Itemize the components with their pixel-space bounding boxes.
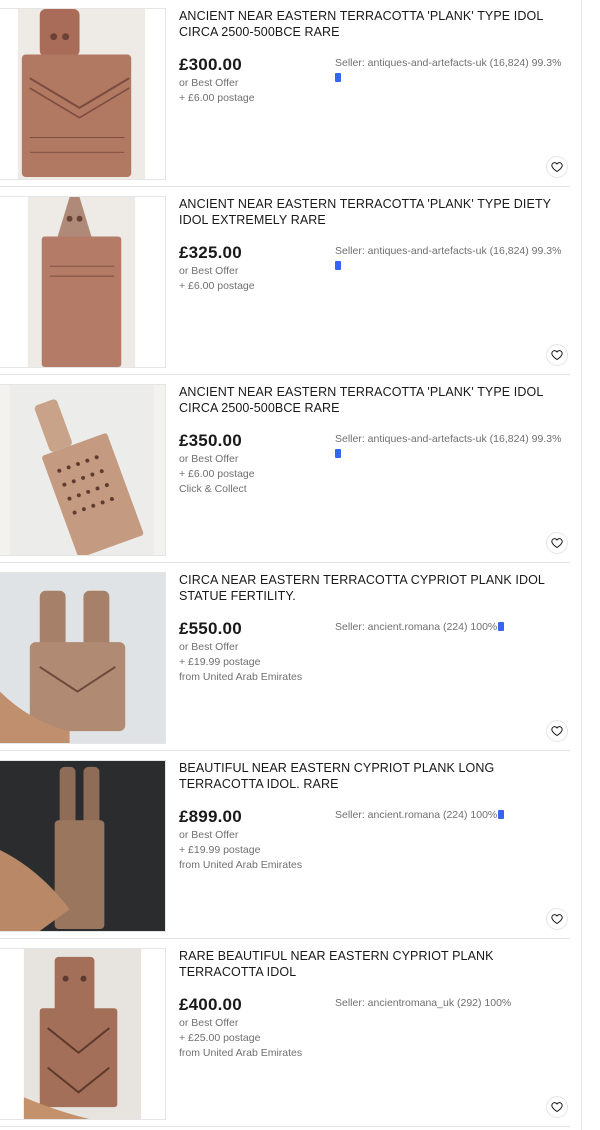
shield-icon bbox=[498, 810, 505, 819]
watch-button[interactable] bbox=[546, 908, 568, 930]
seller-info: Seller: ancient.romana (224) 100% bbox=[335, 808, 570, 823]
seller-info: Seller: antiques-and-artefacts-uk (16,82… bbox=[335, 56, 570, 86]
seller-info: Seller: antiques-and-artefacts-uk (16,82… bbox=[335, 244, 570, 274]
listing-meta: or Best Offer + £6.00 postage bbox=[179, 76, 255, 106]
heart-icon bbox=[551, 350, 563, 361]
listing-price: £325.00 bbox=[179, 243, 242, 262]
watch-button[interactable] bbox=[546, 344, 568, 366]
listing-item[interactable]: BEAUTIFUL NEAR EASTERN CYPRIOT PLANK LON… bbox=[0, 752, 570, 939]
seller-text: Seller: ancient.romana (224) 100% bbox=[335, 621, 498, 633]
listing-item[interactable]: CIRCA NEAR EASTERN TERRACOTTA CYPRIOT PL… bbox=[0, 564, 570, 751]
listing-meta: or Best Offer + £6.00 postage Click & Co… bbox=[179, 452, 255, 497]
listing-image[interactable] bbox=[0, 8, 166, 180]
best-offer-label: or Best Offer bbox=[179, 77, 239, 89]
shield-icon bbox=[498, 622, 505, 631]
origin-label: from United Arab Emirates bbox=[179, 1047, 303, 1059]
shield-icon bbox=[335, 261, 341, 270]
heart-icon bbox=[551, 726, 563, 737]
postage-label: + £6.00 postage bbox=[179, 468, 255, 480]
postage-label: + £19.99 postage bbox=[179, 844, 261, 856]
listing-title[interactable]: ANCIENT NEAR EASTERN TERRACOTTA 'PLANK' … bbox=[179, 384, 569, 416]
heart-icon bbox=[551, 538, 563, 549]
listing-item[interactable]: RARE BEAUTIFUL NEAR EASTERN CYPRIOT PLAN… bbox=[0, 940, 570, 1127]
listing-item[interactable]: ANCIENT NEAR EASTERN TERRACOTTA 'PLANK' … bbox=[0, 376, 570, 563]
origin-label: from United Arab Emirates bbox=[179, 859, 303, 871]
shield-icon bbox=[335, 449, 341, 458]
listing-meta: or Best Offer + £19.99 postage from Unit… bbox=[179, 828, 302, 873]
listing-title[interactable]: RARE BEAUTIFUL NEAR EASTERN CYPRIOT PLAN… bbox=[179, 948, 569, 980]
best-offer-label: or Best Offer bbox=[179, 641, 239, 653]
seller-text: Seller: antiques-and-artefacts-uk (16,82… bbox=[335, 57, 562, 69]
listing-title[interactable]: CIRCA NEAR EASTERN TERRACOTTA CYPRIOT PL… bbox=[179, 572, 569, 604]
postage-label: + £6.00 postage bbox=[179, 280, 255, 292]
scrollbar-track[interactable] bbox=[581, 0, 582, 1130]
seller-info: Seller: ancient.romana (224) 100% bbox=[335, 620, 570, 635]
watch-button[interactable] bbox=[546, 720, 568, 742]
seller-info: Seller: antiques-and-artefacts-uk (16,82… bbox=[335, 432, 570, 462]
listing-title[interactable]: ANCIENT NEAR EASTERN TERRACOTTA 'PLANK' … bbox=[179, 196, 569, 228]
listing-price: £350.00 bbox=[179, 431, 242, 450]
heart-icon bbox=[551, 1102, 563, 1113]
listing-item[interactable]: ANCIENT NEAR EASTERN TERRACOTTA 'PLANK' … bbox=[0, 188, 570, 375]
postage-label: + £6.00 postage bbox=[179, 92, 255, 104]
listing-title[interactable]: BEAUTIFUL NEAR EASTERN CYPRIOT PLANK LON… bbox=[179, 760, 569, 792]
seller-text: Seller: antiques-and-artefacts-uk (16,82… bbox=[335, 433, 562, 445]
listing-meta: or Best Offer + £19.99 postage from Unit… bbox=[179, 640, 302, 685]
listing-price: £899.00 bbox=[179, 807, 242, 826]
watch-button[interactable] bbox=[546, 156, 568, 178]
heart-icon bbox=[551, 162, 563, 173]
heart-icon bbox=[551, 914, 563, 925]
watch-button[interactable] bbox=[546, 532, 568, 554]
origin-label: from United Arab Emirates bbox=[179, 671, 303, 683]
best-offer-label: or Best Offer bbox=[179, 265, 239, 277]
listing-image[interactable] bbox=[0, 760, 166, 932]
best-offer-label: or Best Offer bbox=[179, 1017, 239, 1029]
postage-label: + £19.99 postage bbox=[179, 656, 261, 668]
postage-label: + £25.00 postage bbox=[179, 1032, 261, 1044]
best-offer-label: or Best Offer bbox=[179, 453, 239, 465]
seller-text: Seller: antiques-and-artefacts-uk (16,82… bbox=[335, 245, 562, 257]
listing-meta: or Best Offer + £6.00 postage bbox=[179, 264, 255, 294]
seller-text: Seller: ancient.romana (224) 100% bbox=[335, 809, 498, 821]
collect-label: Click & Collect bbox=[179, 483, 247, 495]
listing-image[interactable] bbox=[0, 948, 166, 1120]
listing-item[interactable]: ANCIENT NEAR EASTERN TERRACOTTA 'PLANK' … bbox=[0, 0, 570, 187]
watch-button[interactable] bbox=[546, 1096, 568, 1118]
best-offer-label: or Best Offer bbox=[179, 829, 239, 841]
listing-price: £300.00 bbox=[179, 55, 242, 74]
listing-image[interactable] bbox=[0, 196, 166, 368]
shield-icon bbox=[335, 73, 341, 82]
seller-text: Seller: ancientromana_uk (292) 100% bbox=[335, 997, 512, 1009]
listing-price: £400.00 bbox=[179, 995, 242, 1014]
listing-meta: or Best Offer + £25.00 postage from Unit… bbox=[179, 1016, 302, 1061]
listing-title[interactable]: ANCIENT NEAR EASTERN TERRACOTTA 'PLANK' … bbox=[179, 8, 569, 40]
listing-image[interactable] bbox=[0, 384, 166, 556]
listing-image[interactable] bbox=[0, 572, 166, 744]
seller-info: Seller: ancientromana_uk (292) 100% bbox=[335, 996, 570, 1011]
listing-price: £550.00 bbox=[179, 619, 242, 638]
